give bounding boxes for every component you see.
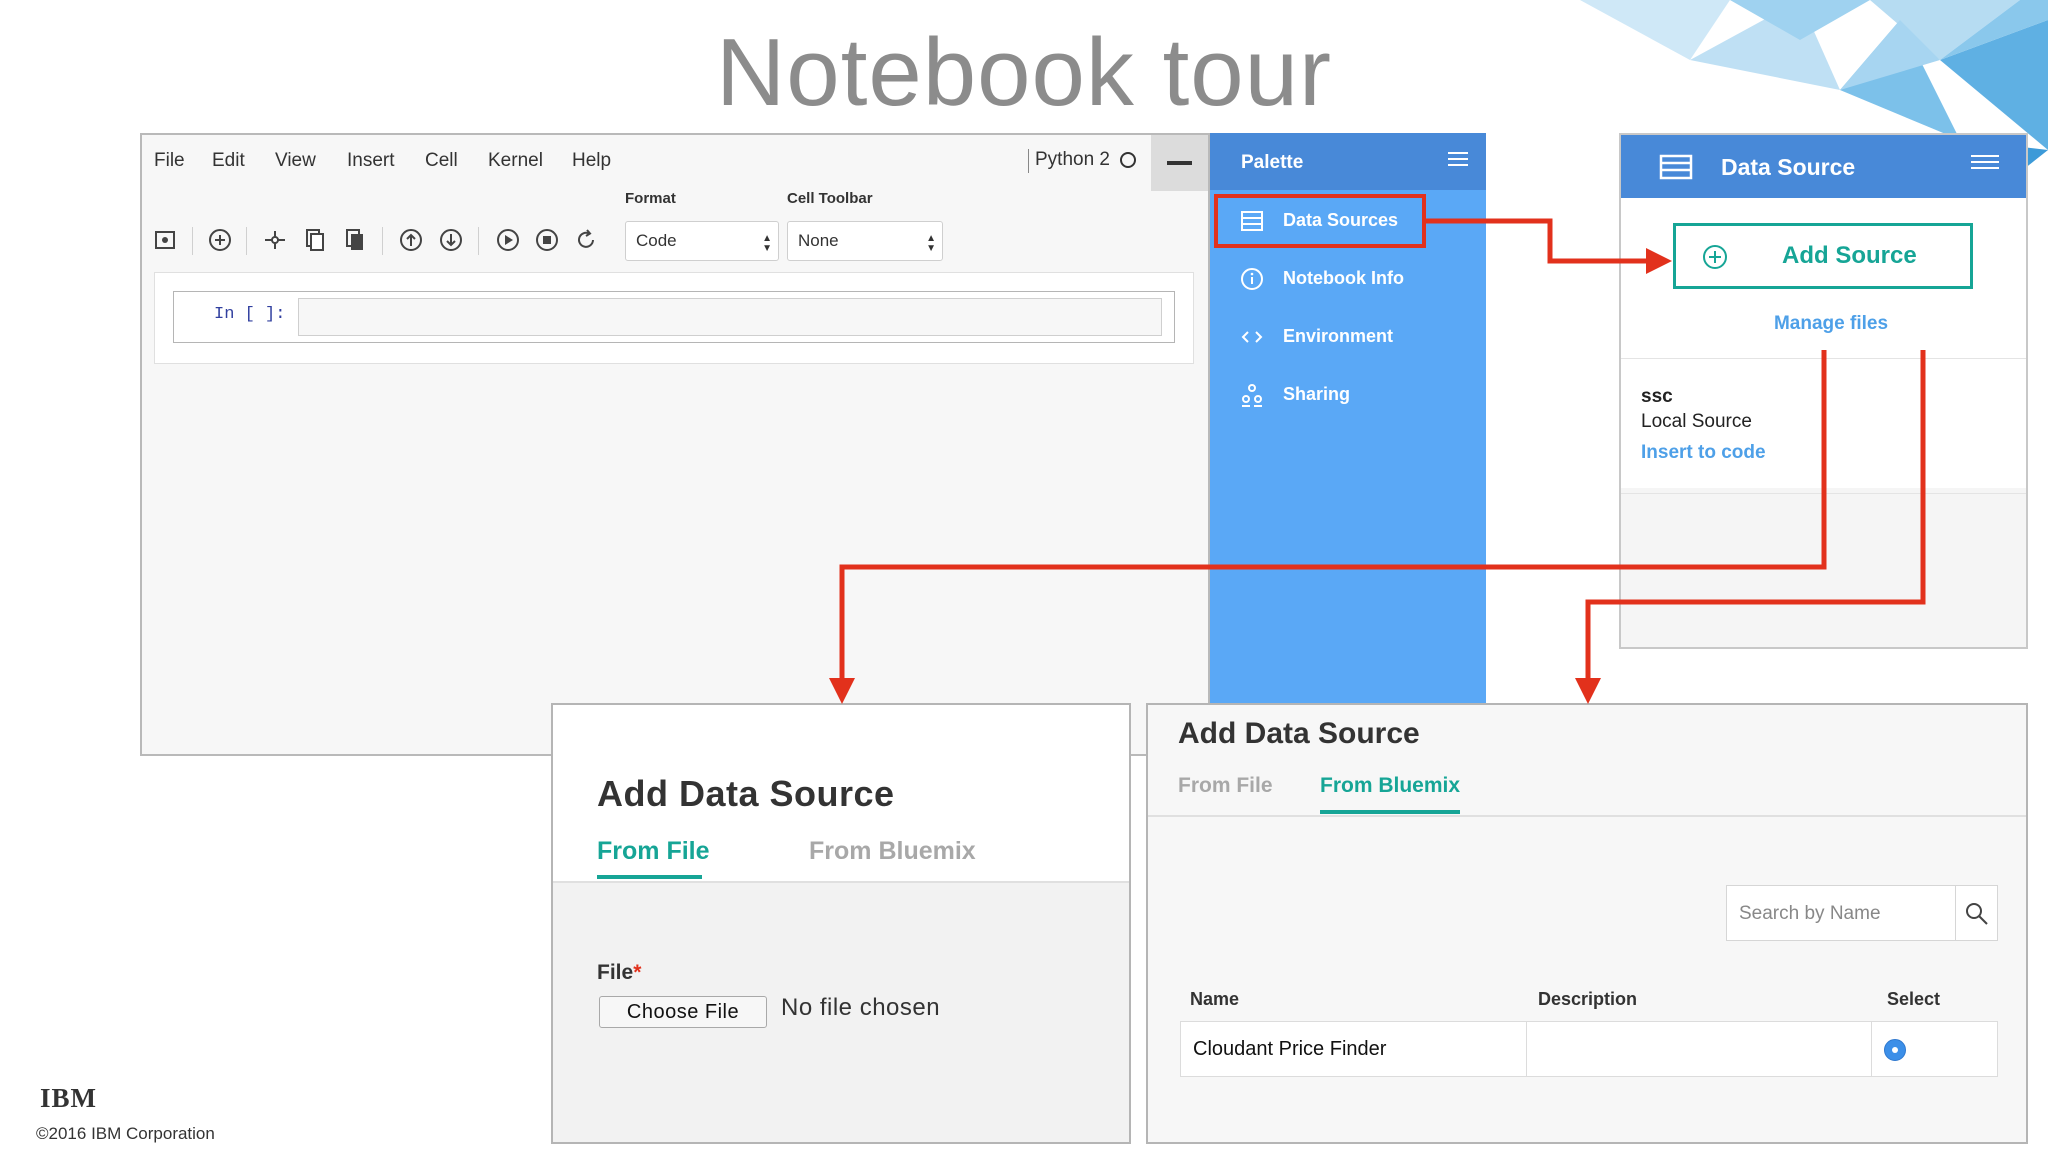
menu-help[interactable]: Help (572, 150, 611, 172)
format-select-value: Code (636, 231, 677, 250)
code-icon (1241, 331, 1263, 343)
info-icon (1241, 268, 1263, 290)
search-icon (1966, 903, 1988, 925)
active-tab-indicator (597, 875, 702, 879)
palette-item-label: Environment (1283, 326, 1394, 346)
run-icon[interactable] (495, 227, 521, 253)
column-header-name: Name (1190, 989, 1240, 1009)
notebook-window: File Edit View Insert Cell Kernel Help P… (140, 133, 1210, 756)
menu-file[interactable]: File (154, 150, 185, 172)
source-name: ssc (1641, 386, 1673, 407)
tab-from-bluemix[interactable]: From Bluemix (1320, 774, 1460, 798)
copy-icon[interactable] (302, 227, 328, 253)
required-marker: * (633, 961, 642, 984)
kernel-status-icon (1120, 152, 1136, 168)
add-data-source-file-dialog: Add Data Source From File From Bluemix F… (551, 703, 1131, 1144)
menu-icon[interactable] (1448, 152, 1468, 166)
menu-kernel[interactable]: Kernel (488, 150, 543, 172)
table-row[interactable]: Cloudant Price Finder (1180, 1021, 1998, 1077)
search-placeholder: Search by Name (1739, 903, 1881, 924)
cell-toolbar-label: Cell Toolbar (787, 190, 873, 207)
paste-icon[interactable] (342, 227, 368, 253)
menu-bar: File Edit View Insert Cell Kernel Help P… (142, 135, 1208, 191)
choose-file-button[interactable]: Choose File (599, 996, 767, 1028)
add-source-button[interactable]: Add Source (1673, 223, 1973, 289)
add-data-source-bluemix-dialog: Add Data Source From File From Bluemix S… (1146, 703, 2028, 1144)
palette-item-environment[interactable]: Environment (1210, 311, 1486, 363)
toolbar-divider (382, 227, 383, 255)
toolbar-divider (192, 227, 193, 255)
palette-header: Palette (1210, 133, 1486, 190)
cell-divider (1526, 1022, 1527, 1076)
data-source-header: Data Source (1621, 135, 2026, 198)
data-sources-highlight (1214, 194, 1426, 248)
cell-toolbar-select[interactable]: None ▲ ▼ (787, 221, 943, 261)
tab-from-bluemix[interactable]: From Bluemix (809, 837, 976, 866)
copyright: ©2016 IBM Corporation (36, 1124, 215, 1143)
insert-to-code-link[interactable]: Insert to code (1641, 442, 1766, 464)
search-button[interactable] (1956, 885, 1998, 941)
select-radio[interactable] (1884, 1039, 1906, 1061)
kernel-separator (1028, 149, 1029, 173)
search-input[interactable]: Search by Name (1726, 885, 1956, 941)
toolbar-divider (246, 227, 247, 255)
source-type: Local Source (1641, 411, 1752, 432)
dialog-title: Add Data Source (1178, 717, 1420, 750)
menu-icon[interactable] (1971, 155, 1999, 169)
row-name: Cloudant Price Finder (1193, 1038, 1387, 1060)
data-source-title: Data Source (1721, 154, 1856, 180)
palette-item-label: Sharing (1283, 384, 1351, 404)
dialog-title: Add Data Source (597, 773, 895, 814)
sharing-icon (1242, 384, 1262, 407)
restart-icon[interactable] (573, 227, 599, 253)
data-sources-icon (1659, 154, 1693, 180)
stop-icon[interactable] (534, 227, 560, 253)
format-label: Format (625, 190, 676, 207)
divider (1621, 493, 2026, 494)
format-select[interactable]: Code ▲ ▼ (625, 221, 779, 261)
column-header-select: Select (1887, 989, 1941, 1009)
file-label-text: File (597, 961, 634, 984)
cell-divider (1871, 1022, 1872, 1076)
move-down-icon[interactable] (438, 227, 464, 253)
add-source-label: Add Source (1782, 242, 1917, 269)
palette-item-notebook-info[interactable]: Notebook Info (1210, 253, 1486, 305)
move-up-icon[interactable] (398, 227, 424, 253)
save-icon[interactable] (152, 227, 178, 253)
cell-toolbar-select-value: None (798, 231, 839, 250)
add-icon (1703, 245, 1727, 269)
tab-from-file[interactable]: From File (1178, 774, 1273, 798)
palette-title: Palette (1241, 152, 1304, 173)
select-arrows-icon: ▲ ▼ (762, 233, 772, 254)
palette-item-label: Notebook Info (1283, 268, 1404, 288)
kernel-name: Python 2 (1035, 149, 1110, 170)
code-cell[interactable]: In [ ]: (173, 291, 1175, 343)
manage-files-link[interactable]: Manage files (1621, 313, 2026, 335)
toolbar-divider (478, 227, 479, 255)
file-status: No file chosen (781, 994, 941, 1021)
cell-prompt: In [ ]: (214, 305, 286, 324)
menu-edit[interactable]: Edit (212, 150, 245, 172)
tab-from-file[interactable]: From File (597, 837, 710, 866)
menu-view[interactable]: View (275, 150, 316, 172)
slide-title: Notebook tour (715, 19, 1333, 126)
file-field-label: File* (597, 961, 641, 985)
ibm-logo: IBM (40, 1083, 97, 1113)
palette-item-sharing[interactable]: Sharing (1210, 369, 1486, 421)
column-header-description: Description (1538, 989, 1638, 1009)
data-source-panel: Data Source Add Source Manage files ssc … (1619, 133, 2028, 649)
cell-area: In [ ]: (154, 272, 1194, 364)
dialog-header: Add Data Source From File From Bluemix (1148, 705, 2026, 817)
select-arrows-icon: ▲ ▼ (926, 233, 936, 254)
menu-insert[interactable]: Insert (347, 150, 395, 172)
cut-icon[interactable] (262, 227, 288, 253)
minimize-button[interactable] (1151, 135, 1208, 191)
insert-cell-icon[interactable] (207, 227, 233, 253)
active-tab-indicator (1320, 810, 1460, 814)
dialog-header: Add Data Source From File From Bluemix (553, 705, 1129, 883)
divider (1621, 358, 2026, 359)
menu-cell[interactable]: Cell (425, 150, 458, 172)
cell-input[interactable] (298, 298, 1162, 336)
